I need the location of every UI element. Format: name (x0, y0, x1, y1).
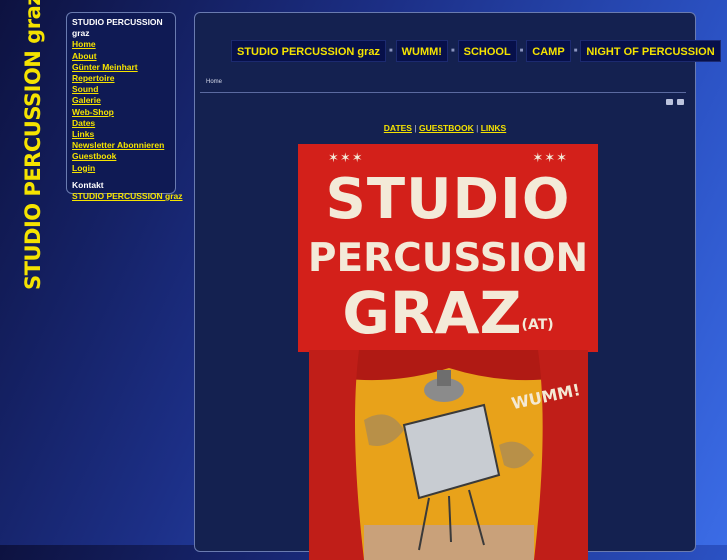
sidebar-nav: STUDIO PERCUSSION graz Home About Günter… (66, 12, 183, 201)
crowd-hands (364, 525, 534, 560)
poster-country: (AT) (521, 317, 554, 333)
poster-graz-text: GRAZ (342, 279, 522, 347)
contact-heading: Kontakt (72, 179, 104, 190)
sidebar-item-newsletter[interactable]: Newsletter Abonnieren (72, 140, 170, 151)
topnav-wumm[interactable]: WUMM! (395, 40, 448, 62)
poster-line-graz: GRAZ(AT) (298, 279, 598, 347)
sidebar-item-sound[interactable]: Sound (72, 84, 170, 95)
sidebar-heading: STUDIO PERCUSSION graz (72, 17, 163, 39)
poster-line-percussion: PERCUSSION (307, 236, 589, 281)
ornament-icon: ✶✶✶ (532, 150, 568, 165)
topnav-studio-percussion[interactable]: STUDIO PERCUSSION graz (231, 40, 387, 62)
links-link[interactable]: LINKS (481, 123, 507, 133)
divider (200, 92, 686, 93)
logo-text: STUDIO PERCUSSION graz (21, 0, 46, 290)
sidebar-item-login[interactable]: Login (72, 163, 170, 174)
sidebar-item-web-shop[interactable]: Web-Shop (72, 107, 170, 118)
contact-link[interactable]: STUDIO PERCUSSION graz (72, 191, 183, 202)
sidebar-item-repertoire[interactable]: Repertoire (72, 73, 170, 84)
vertical-logo: STUDIO PERCUSSION graz (21, 0, 45, 290)
sidebar-item-guestbook[interactable]: Guestbook (72, 151, 170, 162)
separator-icon: ■ (519, 48, 524, 54)
sidebar-item-links[interactable]: Links (72, 129, 170, 140)
top-nav: STUDIO PERCUSSION graz ■ WUMM! ■ SCHOOL … (231, 40, 721, 62)
print-icon[interactable] (666, 99, 673, 105)
link-separator: | (414, 123, 417, 133)
sidebar-item-dates[interactable]: Dates (72, 118, 170, 129)
email-icon[interactable] (677, 99, 684, 105)
separator-icon: ■ (450, 48, 455, 54)
sidebar-item-galerie[interactable]: Galerie (72, 95, 170, 106)
topnav-school[interactable]: SCHOOL (457, 40, 517, 62)
wumm-poster-image: WUMM! (309, 350, 588, 560)
separator-icon: ■ (389, 48, 393, 54)
poster-line-studio: STUDIO (325, 167, 571, 232)
separator-icon: ■ (573, 48, 578, 54)
link-separator: | (476, 123, 479, 133)
sidebar-item-about[interactable]: About (72, 51, 170, 62)
ornament-icon: ✶✶✶ (328, 150, 364, 165)
breadcrumb[interactable]: Home (206, 79, 222, 85)
page-tools (666, 99, 684, 105)
sidebar-item-home[interactable]: Home (72, 39, 170, 50)
dates-link[interactable]: DATES (384, 123, 412, 133)
studio-percussion-poster: ✶✶✶ ✶✶✶ STUDIO PERCUSSION GRAZ(AT) (298, 144, 598, 352)
sidebar-item-guenter-meinhart[interactable]: Günter Meinhart (72, 62, 170, 73)
topnav-night-of-percussion[interactable]: NIGHT OF PERCUSSION (580, 40, 721, 62)
main-panel: STUDIO PERCUSSION graz ■ WUMM! ■ SCHOOL … (194, 12, 721, 560)
topnav-camp[interactable]: CAMP (526, 40, 571, 62)
quick-links: DATES | GUESTBOOK | LINKS (195, 123, 695, 133)
guestbook-link[interactable]: GUESTBOOK (419, 123, 474, 133)
